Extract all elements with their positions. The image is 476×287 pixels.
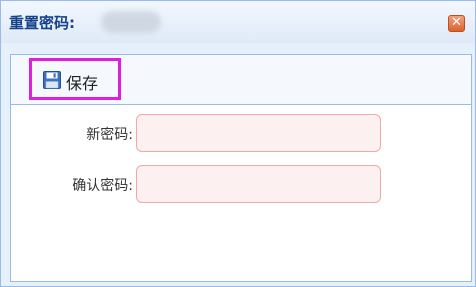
reset-password-dialog: 重置密码: ✕ 保存 新密码: 确认密码: [0,0,476,287]
dialog-title: 重置密码: [9,14,75,32]
dialog-body: 保存 新密码: 确认密码: [10,54,472,282]
save-button[interactable]: 保存 [29,58,121,100]
confirm-password-input[interactable] [136,165,381,203]
confirm-password-row: 确认密码: [11,165,471,203]
new-password-row: 新密码: [11,114,471,152]
new-password-label: 新密码: [86,127,133,143]
toolbar: 保存 [11,55,471,105]
close-icon: ✕ [451,15,462,30]
dialog-title-bar[interactable]: 重置密码: ✕ [1,1,475,43]
save-button-label: 保存 [66,74,99,93]
floppy-disk-icon [43,71,61,89]
confirm-password-label: 确认密码: [72,178,133,194]
close-button[interactable]: ✕ [448,15,465,32]
new-password-input[interactable] [136,114,381,152]
blurred-username [101,11,161,33]
